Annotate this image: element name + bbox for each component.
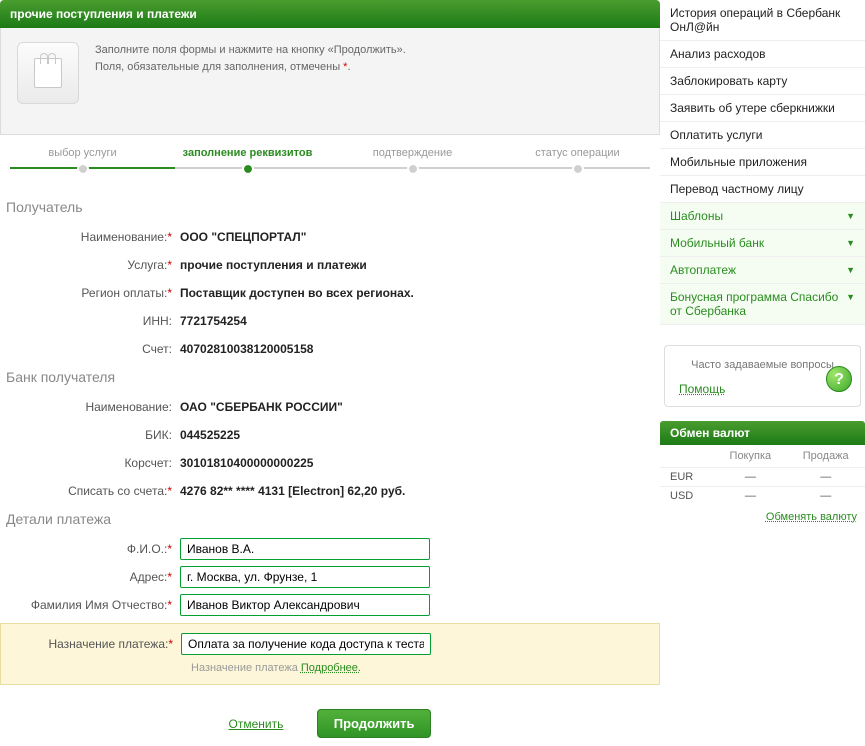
- sidebar-item-mobile-apps[interactable]: Мобильные приложения: [660, 149, 865, 176]
- section-bank: Банк получателя: [6, 369, 660, 385]
- value-debit-from: 4276 82** **** 4131 [Electron] 62,20 руб…: [180, 484, 405, 498]
- sidebar-item-autopayment[interactable]: Автоплатеж▼: [660, 257, 865, 284]
- purpose-more-link[interactable]: Подробнее.: [301, 662, 361, 674]
- value-bik: 044525225: [180, 428, 240, 442]
- label-service: Услуга:: [127, 258, 167, 272]
- purpose-input[interactable]: [181, 633, 431, 655]
- progress-tracker: выбор услуги заполнение реквизитов подтв…: [0, 147, 660, 181]
- value-region: Поставщик доступен во всех регионах.: [180, 286, 414, 300]
- value-bank-name: ОАО "СБЕРБАНК РОССИИ": [180, 400, 343, 414]
- label-bik: БИК:: [145, 428, 172, 442]
- faq-text: Часто задаваемые вопросы: [679, 358, 846, 372]
- bag-icon: [17, 42, 79, 104]
- label-fio: Ф.И.О.:: [127, 542, 167, 556]
- label-inn: ИНН:: [143, 314, 172, 328]
- value-name: ООО "СПЕЦПОРТАЛ": [180, 230, 306, 244]
- continue-button[interactable]: Продолжить: [317, 709, 432, 738]
- fio-input[interactable]: [180, 538, 430, 560]
- label-debit-from: Списать со счета:: [68, 484, 167, 498]
- intro-text: Заполните поля формы и нажмите на кнопку…: [95, 42, 406, 75]
- sidebar-item-templates[interactable]: Шаблоны▼: [660, 203, 865, 230]
- cancel-button[interactable]: Отменить: [229, 717, 284, 731]
- purpose-hint-text: Назначение платежа: [191, 662, 301, 674]
- value-service: прочие поступления и платежи: [180, 258, 367, 272]
- exchange-link[interactable]: Обменять валюту: [660, 505, 865, 529]
- label-region: Регион оплаты:: [81, 286, 167, 300]
- value-inn: 7721754254: [180, 314, 247, 328]
- step-status: статус операции: [495, 147, 660, 173]
- label-account: Счет:: [142, 342, 172, 356]
- rates-col-buy: Покупка: [714, 445, 786, 468]
- sidebar-item-block-card[interactable]: Заблокировать карту: [660, 68, 865, 95]
- section-receiver: Получатель: [6, 199, 660, 215]
- intro-panel: Заполните поля формы и нажмите на кнопку…: [0, 28, 660, 135]
- chevron-down-icon: ▼: [846, 238, 855, 248]
- sidebar-item-transfer[interactable]: Перевод частному лицу: [660, 176, 865, 203]
- chevron-down-icon: ▼: [846, 265, 855, 275]
- label-bank-name: Наименование:: [85, 400, 172, 414]
- sidebar-item-lost-book[interactable]: Заявить об утере сберкнижки: [660, 95, 865, 122]
- step-choose-service: выбор услуги: [0, 147, 165, 173]
- value-korr: 30101810400000000225: [180, 456, 313, 470]
- sidebar-item-analysis[interactable]: Анализ расходов: [660, 41, 865, 68]
- purpose-box: Назначение платежа:* Назначение платежа …: [0, 623, 660, 685]
- chevron-down-icon: ▼: [846, 211, 855, 221]
- help-link[interactable]: Помощь: [679, 382, 846, 396]
- page-header: прочие поступления и платежи: [0, 0, 660, 28]
- address-input[interactable]: [180, 566, 430, 588]
- chevron-down-icon: ▼: [846, 292, 855, 302]
- label-korr: Корсчет:: [124, 456, 172, 470]
- step-confirm: подтверждение: [330, 147, 495, 173]
- value-account: 40702810038120005158: [180, 342, 313, 356]
- help-box: Часто задаваемые вопросы ? Помощь: [664, 345, 861, 407]
- label-address: Адрес:: [130, 570, 168, 584]
- sidebar-item-spasibo[interactable]: Бонусная программа Спасибо от Сбербанка▼: [660, 284, 865, 325]
- label-name: Наименование:: [81, 230, 168, 244]
- rates-table: ПокупкаПродажа EUR—— USD——: [660, 445, 865, 505]
- label-purpose: Назначение платежа:: [48, 637, 168, 651]
- sidebar-item-history[interactable]: История операций в Сбербанк ОнЛ@йн: [660, 0, 865, 41]
- label-full-name: Фамилия Имя Отчество:: [31, 598, 168, 612]
- rates-col-sell: Продажа: [786, 445, 865, 468]
- rate-row-eur: EUR——: [660, 468, 865, 487]
- rates-header: Обмен валют: [660, 421, 865, 445]
- question-icon[interactable]: ?: [826, 366, 852, 392]
- rate-row-usd: USD——: [660, 487, 865, 506]
- sidebar-item-pay[interactable]: Оплатить услуги: [660, 122, 865, 149]
- page-title: прочие поступления и платежи: [10, 7, 197, 21]
- section-details: Детали платежа: [6, 511, 660, 527]
- step-fill-details: заполнение реквизитов: [165, 147, 330, 173]
- full-name-input[interactable]: [180, 594, 430, 616]
- sidebar-item-mobile-bank[interactable]: Мобильный банк▼: [660, 230, 865, 257]
